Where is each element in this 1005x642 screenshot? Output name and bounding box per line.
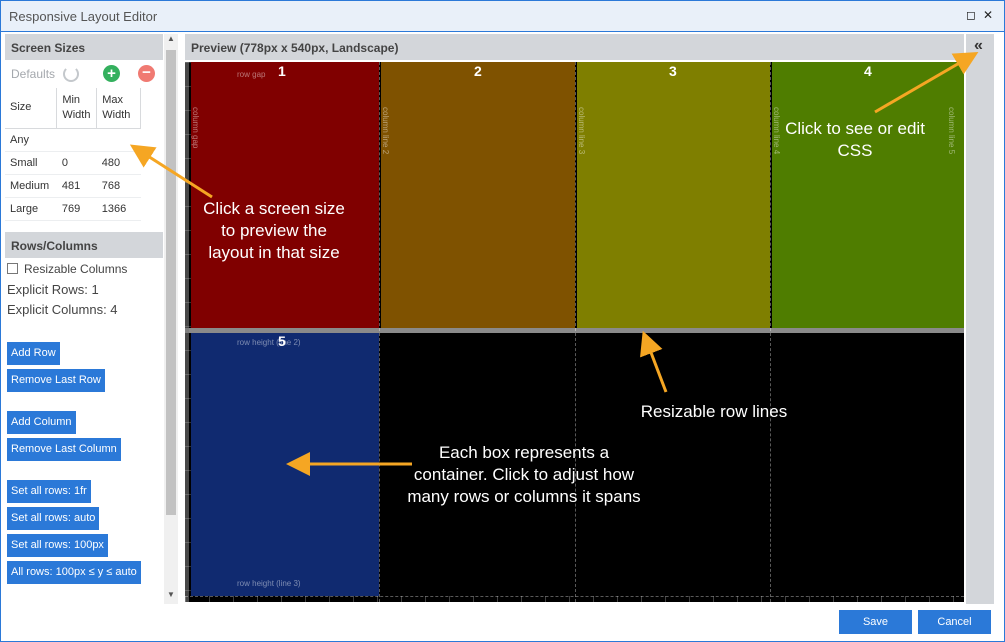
size-min: 481 (56, 174, 97, 198)
size-max: 768 (96, 174, 141, 198)
size-max: 1366 (96, 197, 141, 221)
column-header-max-width: Max Width (96, 88, 141, 129)
screen-sizes-table: Size Min Width Max Width Any Small 0 480 (5, 88, 141, 221)
annotation-row-lines: Resizable row lines (640, 402, 788, 421)
size-max: 480 (96, 151, 141, 175)
size-min: 0 (56, 151, 97, 175)
grid-cell-4[interactable] (772, 62, 964, 328)
table-row[interactable]: Any (5, 128, 141, 152)
table-row[interactable]: Large 769 1366 (5, 197, 141, 221)
remove-last-column-button[interactable]: Remove Last Column (7, 437, 121, 461)
column-header-min-width: Min Width (56, 88, 98, 129)
size-min: 769 (56, 197, 97, 221)
row-height-line-3-label: row height (line 3) (237, 579, 301, 588)
row-gap-label: row gap (237, 70, 266, 79)
window-title: Responsive Layout Editor (9, 8, 158, 24)
scroll-down-icon[interactable]: ▼ (164, 590, 178, 604)
resizable-columns-checkbox[interactable] (7, 263, 18, 274)
column-line-4[interactable] (770, 62, 771, 602)
close-icon[interactable]: ✕ (981, 8, 995, 22)
column-line-4-label: column line 4 (772, 107, 781, 155)
cancel-button[interactable]: Cancel (918, 610, 991, 634)
preview-header: Preview (778px x 540px, Landscape) (185, 34, 964, 60)
table-row[interactable]: Medium 481 768 (5, 174, 141, 198)
row-height-line-2-label: row height (line 2) (237, 338, 301, 347)
defaults-button[interactable]: Defaults (11, 67, 55, 81)
size-name: Medium (5, 174, 57, 198)
set-rows-auto-button[interactable]: Set all rows: auto (7, 506, 100, 530)
refresh-icon[interactable] (63, 66, 79, 82)
scroll-thumb[interactable] (166, 50, 176, 515)
column-line-5-label: column line 5 (947, 107, 956, 155)
column-gap-label: column gap (191, 107, 200, 149)
remove-last-row-button[interactable]: Remove Last Row (7, 368, 105, 392)
screen-sizes-toolbar: Defaults + − (5, 60, 163, 88)
cell-number-4: 4 (864, 63, 872, 79)
resizable-columns-label: Resizable Columns (24, 261, 128, 276)
grid-cell-5[interactable] (191, 333, 379, 596)
grid-cell-2[interactable] (381, 62, 575, 328)
expand-css-panel-icon[interactable]: « (974, 37, 983, 55)
cell-number-1: 1 (278, 63, 286, 79)
all-rows-minmax-button[interactable]: All rows: 100px ≤ y ≤ auto (7, 560, 141, 584)
cell-number-3: 3 (669, 63, 677, 79)
grid-cell-3[interactable] (577, 62, 770, 328)
footer: Save Cancel (1, 604, 1004, 641)
rows-columns-header: Rows/Columns (5, 231, 163, 258)
set-rows-1fr-button[interactable]: Set all rows: 1fr (7, 479, 91, 503)
add-column-button[interactable]: Add Column (7, 410, 76, 434)
save-button[interactable]: Save (839, 610, 912, 634)
size-name: Small (5, 151, 57, 175)
add-icon[interactable]: + (103, 65, 120, 82)
remove-icon[interactable]: − (138, 65, 155, 82)
explicit-columns-text: Explicit Columns: 4 (7, 301, 118, 317)
table-row[interactable]: Small 0 480 (5, 151, 141, 175)
sidebar: Screen Sizes Defaults + − Size Min Width… (5, 34, 163, 602)
column-line-3[interactable] (575, 62, 576, 602)
set-rows-100px-button[interactable]: Set all rows: 100px (7, 533, 108, 557)
cell-number-2: 2 (474, 63, 482, 79)
title-bar: Responsive Layout Editor ◻ ✕ (0, 0, 1005, 32)
css-panel-toggle-strip[interactable]: « (966, 34, 994, 604)
size-max (96, 128, 141, 152)
grid-cell-1[interactable] (191, 62, 379, 328)
explicit-rows-text: Explicit Rows: 1 (7, 281, 99, 297)
size-name: Any (5, 128, 57, 152)
column-line-2-label: column line 2 (381, 107, 390, 155)
restore-icon[interactable]: ◻ (964, 8, 978, 22)
column-line-2[interactable] (379, 62, 380, 602)
annotation-screen-size: Click a screen size to preview the layou… (203, 199, 345, 262)
sidebar-scrollbar[interactable]: ▲ ▼ (164, 34, 178, 604)
column-header-size: Size (5, 88, 58, 129)
size-name: Large (5, 197, 57, 221)
bottom-ruler (185, 596, 964, 602)
column-line-3-label: column line 3 (577, 107, 586, 155)
screen-sizes-header: Screen Sizes (5, 34, 163, 60)
scroll-up-icon[interactable]: ▲ (164, 34, 178, 48)
annotation-container: Each box represents a container. Click t… (407, 443, 641, 506)
size-min (56, 128, 97, 152)
annotation-css: Click to see or edit CSS (785, 119, 925, 160)
add-row-button[interactable]: Add Row (7, 341, 60, 365)
resizable-columns-option[interactable]: Resizable Columns (5, 258, 163, 280)
